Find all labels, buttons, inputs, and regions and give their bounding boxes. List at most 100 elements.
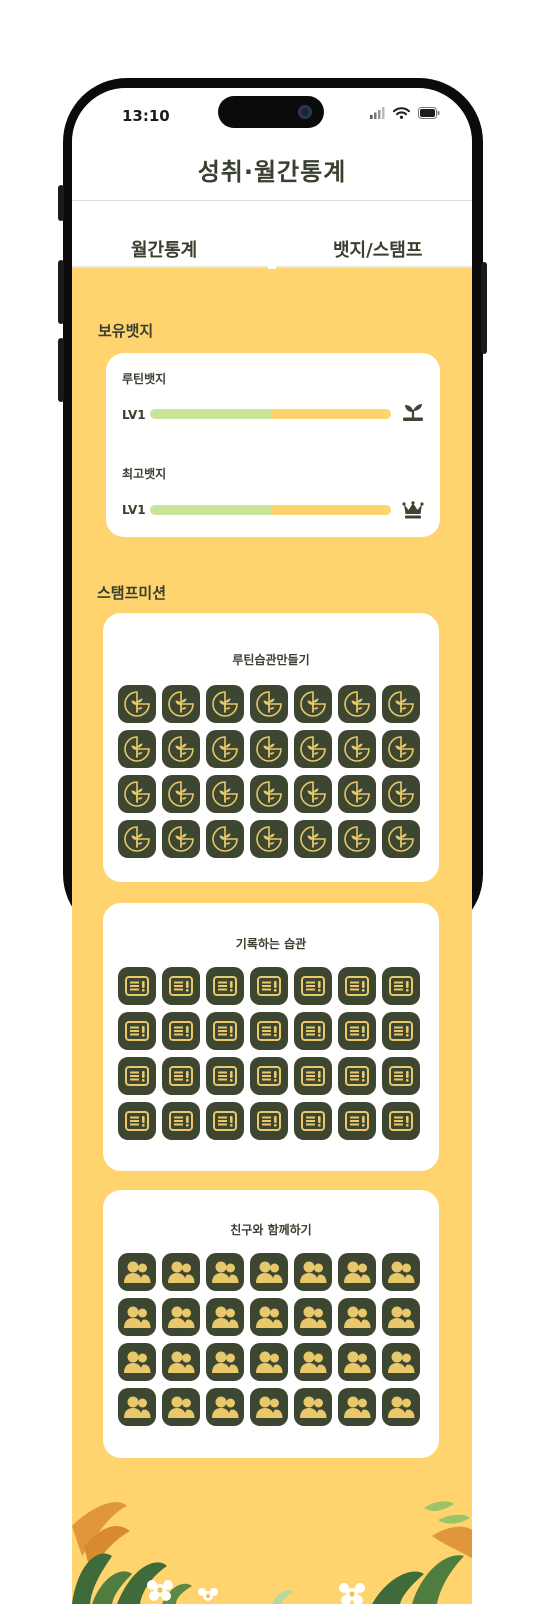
friends-icon — [300, 1306, 327, 1328]
stamp[interactable] — [162, 1102, 200, 1140]
stamp[interactable] — [206, 730, 244, 768]
stamp[interactable] — [162, 730, 200, 768]
stamp[interactable] — [162, 1388, 200, 1426]
sprout-clock-icon — [212, 691, 238, 717]
stamp[interactable] — [118, 1343, 156, 1381]
stamp[interactable] — [118, 1057, 156, 1095]
stamp[interactable] — [294, 1343, 332, 1381]
stamp[interactable] — [382, 1057, 420, 1095]
stamp[interactable] — [250, 685, 288, 723]
friends-icon — [124, 1351, 151, 1373]
stamp[interactable] — [294, 730, 332, 768]
stamp[interactable] — [294, 820, 332, 858]
stamp[interactable] — [250, 1102, 288, 1140]
stamp[interactable] — [338, 1343, 376, 1381]
stamp[interactable] — [338, 820, 376, 858]
stamp[interactable] — [162, 1012, 200, 1050]
stamp[interactable] — [162, 775, 200, 813]
stamp[interactable] — [382, 1012, 420, 1050]
stamp[interactable] — [338, 1388, 376, 1426]
stamp[interactable] — [338, 1057, 376, 1095]
stamp[interactable] — [206, 1298, 244, 1336]
stamp[interactable] — [382, 1102, 420, 1140]
tab-badges-stamps[interactable]: 뱃지/스탬프 — [333, 236, 422, 262]
stamp[interactable] — [294, 685, 332, 723]
stamp[interactable] — [250, 730, 288, 768]
stamp[interactable] — [162, 1253, 200, 1291]
stamp[interactable] — [294, 1102, 332, 1140]
stamp[interactable] — [162, 1057, 200, 1095]
stamp[interactable] — [338, 967, 376, 1005]
stamp[interactable] — [294, 775, 332, 813]
stamp[interactable] — [250, 1298, 288, 1336]
stamp[interactable] — [338, 775, 376, 813]
stamp[interactable] — [206, 1343, 244, 1381]
tab-monthly-stats[interactable]: 월간통계 — [131, 236, 197, 262]
stamp[interactable] — [250, 1343, 288, 1381]
stamp[interactable] — [118, 685, 156, 723]
stamp[interactable] — [206, 1057, 244, 1095]
stamp[interactable] — [294, 967, 332, 1005]
sprout-clock-icon — [256, 826, 282, 852]
phone-side-button — [58, 260, 64, 324]
status-time: 13:10 — [122, 107, 170, 125]
stamp[interactable] — [294, 1012, 332, 1050]
stamp[interactable] — [118, 1102, 156, 1140]
stamp[interactable] — [382, 1298, 420, 1336]
stamp[interactable] — [338, 1012, 376, 1050]
stamp[interactable] — [118, 730, 156, 768]
friends-icon — [388, 1261, 415, 1283]
stamp[interactable] — [338, 1298, 376, 1336]
stamp[interactable] — [206, 1102, 244, 1140]
stamp[interactable] — [338, 685, 376, 723]
stamp[interactable] — [118, 1012, 156, 1050]
stamp[interactable] — [250, 1057, 288, 1095]
stamp[interactable] — [382, 820, 420, 858]
stamp[interactable] — [206, 1012, 244, 1050]
stamp[interactable] — [382, 967, 420, 1005]
stamp[interactable] — [338, 1102, 376, 1140]
note-exclaim-icon — [125, 976, 149, 996]
stamp[interactable] — [338, 1253, 376, 1291]
stamp[interactable] — [162, 967, 200, 1005]
stamp[interactable] — [162, 685, 200, 723]
stamp[interactable] — [118, 967, 156, 1005]
stamp[interactable] — [382, 1388, 420, 1426]
stamp[interactable] — [118, 820, 156, 858]
stamp[interactable] — [206, 1388, 244, 1426]
stamp[interactable] — [294, 1253, 332, 1291]
stamp[interactable] — [382, 685, 420, 723]
stamp[interactable] — [162, 1298, 200, 1336]
stamp[interactable] — [338, 730, 376, 768]
stamp[interactable] — [382, 1343, 420, 1381]
stamp[interactable] — [382, 730, 420, 768]
owned-badges-title: 보유뱃지 — [98, 322, 154, 340]
stamp[interactable] — [250, 1388, 288, 1426]
friends-icon — [212, 1261, 239, 1283]
stamp[interactable] — [250, 775, 288, 813]
stamp[interactable] — [294, 1388, 332, 1426]
stamp[interactable] — [206, 685, 244, 723]
stamp[interactable] — [206, 820, 244, 858]
stamp-missions-title: 스탬프미션 — [97, 584, 167, 602]
stamp[interactable] — [250, 1253, 288, 1291]
stamp[interactable] — [162, 1343, 200, 1381]
stamp[interactable] — [250, 967, 288, 1005]
stamp[interactable] — [118, 1388, 156, 1426]
stamp[interactable] — [294, 1298, 332, 1336]
stamp[interactable] — [206, 967, 244, 1005]
stamp[interactable] — [382, 1253, 420, 1291]
stamp[interactable] — [294, 1057, 332, 1095]
page-title: 성취·월간통계 — [197, 158, 347, 186]
stamp[interactable] — [118, 1253, 156, 1291]
stamp[interactable] — [118, 775, 156, 813]
stamp[interactable] — [118, 1298, 156, 1336]
stamp[interactable] — [250, 1012, 288, 1050]
stamp[interactable] — [206, 1253, 244, 1291]
stamp[interactable] — [382, 775, 420, 813]
stamp[interactable] — [250, 820, 288, 858]
sprout-clock-icon — [124, 691, 150, 717]
friends-icon — [168, 1306, 195, 1328]
stamp[interactable] — [162, 820, 200, 858]
stamp[interactable] — [206, 775, 244, 813]
